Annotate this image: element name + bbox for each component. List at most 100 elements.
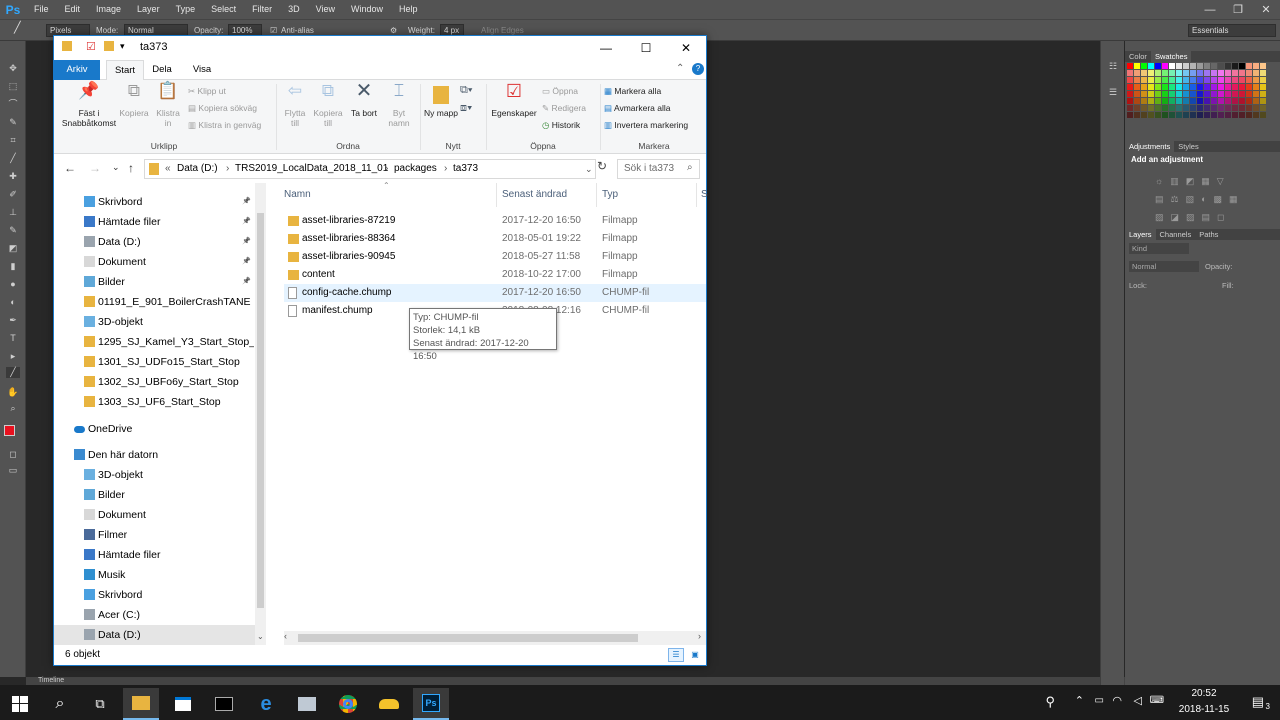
menu-image[interactable]: Image <box>88 0 129 19</box>
swatch[interactable] <box>1127 112 1133 118</box>
edge-browser-icon[interactable]: e <box>248 688 284 720</box>
details-view-icon[interactable]: ☰ <box>668 648 684 662</box>
new-folder-quick-icon[interactable] <box>104 41 114 51</box>
explorer-titlebar[interactable]: ☑ ▾ ta373 — ☐ ✕ <box>54 36 706 60</box>
layer-kind-filter[interactable]: Kind <box>1129 243 1189 254</box>
task-view-icon[interactable]: ⧉ <box>82 688 118 720</box>
lasso-tool-icon[interactable]: ⌒ <box>6 99 20 110</box>
swatch[interactable] <box>1239 84 1245 90</box>
new-item-icon[interactable]: ⧉▾ <box>460 84 472 97</box>
swatch[interactable] <box>1218 84 1224 90</box>
keyboard-icon[interactable]: ⌨ <box>1150 695 1164 706</box>
hand-tool-icon[interactable]: ✋ <box>6 387 20 398</box>
swatch[interactable] <box>1127 84 1133 90</box>
column-header-name[interactable]: Namn <box>284 189 311 200</box>
swatch[interactable] <box>1197 91 1203 97</box>
swatch[interactable] <box>1155 63 1161 69</box>
swatch[interactable] <box>1134 63 1140 69</box>
line-tool-icon[interactable]: ╱ <box>14 22 21 35</box>
edit-button[interactable]: ✎ Redigera <box>542 103 586 114</box>
nav-item[interactable]: Acer (C:) <box>54 605 254 625</box>
swatch[interactable] <box>1134 70 1140 76</box>
file-explorer-taskbar-icon[interactable] <box>123 688 159 720</box>
swatch[interactable] <box>1134 91 1140 97</box>
nav-item[interactable]: 1303_SJ_UF6_Start_Stop <box>54 392 254 412</box>
swatches-grid[interactable] <box>1127 63 1267 141</box>
nav-item[interactable]: Skrivbord 📌 <box>54 192 254 212</box>
swatch[interactable] <box>1141 112 1147 118</box>
swatch[interactable] <box>1260 63 1266 69</box>
nav-item[interactable]: 1301_SJ_UDFo15_Start_Stop <box>54 352 254 372</box>
swatch[interactable] <box>1162 91 1168 97</box>
swatch[interactable] <box>1162 77 1168 83</box>
eraser-tool-icon[interactable]: ◩ <box>6 243 20 254</box>
properties-button[interactable]: ☑ Egenskaper <box>488 82 540 118</box>
swatch[interactable] <box>1141 70 1147 76</box>
address-dropdown-icon[interactable]: ⌄ <box>585 160 593 178</box>
swatch[interactable] <box>1127 105 1133 111</box>
swatch[interactable] <box>1190 98 1196 104</box>
nav-item[interactable]: Filmer <box>54 525 254 545</box>
minimize-button[interactable]: — <box>586 36 626 60</box>
swatch[interactable] <box>1225 84 1231 90</box>
people-icon[interactable]: ⚲ <box>1045 694 1055 710</box>
clock-date[interactable]: 2018-11-15 <box>1174 704 1234 715</box>
swatch[interactable] <box>1183 63 1189 69</box>
easy-access-icon[interactable]: ⧈▾ <box>460 102 472 115</box>
swatch[interactable] <box>1232 77 1238 83</box>
wifi-icon[interactable]: ◠ <box>1112 694 1122 707</box>
swatch[interactable] <box>1127 63 1133 69</box>
file-row[interactable]: asset-libraries-87219 2017-12-20 16:50 Fil… <box>284 212 706 230</box>
swatch[interactable] <box>1260 77 1266 83</box>
history-brush-tool-icon[interactable]: ✎ <box>6 225 20 236</box>
blend-mode-select[interactable]: Normal <box>1129 261 1199 272</box>
invert-selection-button[interactable]: ▥ Invertera markering <box>604 120 688 131</box>
swatch[interactable] <box>1218 112 1224 118</box>
swatch[interactable] <box>1204 63 1210 69</box>
swatch[interactable] <box>1169 77 1175 83</box>
nav-scrollbar-thumb[interactable] <box>257 213 264 608</box>
swatch[interactable] <box>1218 105 1224 111</box>
crop-tool-icon[interactable]: ⌗ <box>6 135 20 146</box>
brush-tool-icon[interactable]: ✐ <box>6 189 20 200</box>
up-arrow-icon[interactable]: ↑ <box>128 161 134 175</box>
maximize-button[interactable]: ☐ <box>626 36 666 60</box>
dodge-tool-icon[interactable]: ◐ <box>6 297 20 308</box>
swatch[interactable] <box>1169 105 1175 111</box>
breadcrumb-overflow[interactable]: « <box>165 160 171 178</box>
swatch[interactable] <box>1127 98 1133 104</box>
nav-item[interactable]: Dokument <box>54 505 254 525</box>
nav-item[interactable]: Hämtade filer <box>54 545 254 565</box>
swatch[interactable] <box>1225 112 1231 118</box>
foreground-color-swatch[interactable] <box>4 425 15 436</box>
cut-button[interactable]: ✂ Klipp ut <box>188 86 226 97</box>
store-icon[interactable] <box>165 688 201 720</box>
swatch[interactable] <box>1183 91 1189 97</box>
menu-layer[interactable]: Layer <box>129 0 168 19</box>
swatch[interactable] <box>1211 63 1217 69</box>
chrome-icon[interactable] <box>330 688 366 720</box>
swatch[interactable] <box>1183 98 1189 104</box>
ribbon-collapse-icon[interactable]: ⌃ <box>676 63 684 74</box>
menu-filter[interactable]: Filter <box>244 0 280 19</box>
tab-adjustments[interactable]: Adjustments <box>1125 141 1175 152</box>
copy-button[interactable]: ⧉ Kopiera <box>116 82 152 118</box>
photoshop-taskbar-icon[interactable]: Ps <box>413 688 449 720</box>
nav-item[interactable]: Bilder <box>54 485 254 505</box>
move-to-button[interactable]: ⇦ Flytta till <box>280 82 310 128</box>
nav-item[interactable]: 3D-objekt <box>54 465 254 485</box>
menu-help[interactable]: Help <box>391 0 426 19</box>
swatch[interactable] <box>1218 98 1224 104</box>
swatch[interactable] <box>1148 105 1154 111</box>
nav-scrollbar[interactable]: ⌄ <box>255 183 266 645</box>
pin-quick-access-button[interactable]: 📌 Fäst i Snabbåtkomst <box>58 82 120 128</box>
swatch[interactable] <box>1246 91 1252 97</box>
column-header-type[interactable]: Typ <box>602 189 618 200</box>
rename-button[interactable]: ⌶ Byt namn <box>384 82 414 128</box>
close-button[interactable]: ✕ <box>666 36 706 60</box>
line-tool-icon[interactable]: ╱ <box>6 367 20 378</box>
properties-panel-icon[interactable]: ☰ <box>1106 87 1120 98</box>
swatch[interactable] <box>1169 70 1175 76</box>
swatch[interactable] <box>1253 63 1259 69</box>
swatch[interactable] <box>1162 84 1168 90</box>
